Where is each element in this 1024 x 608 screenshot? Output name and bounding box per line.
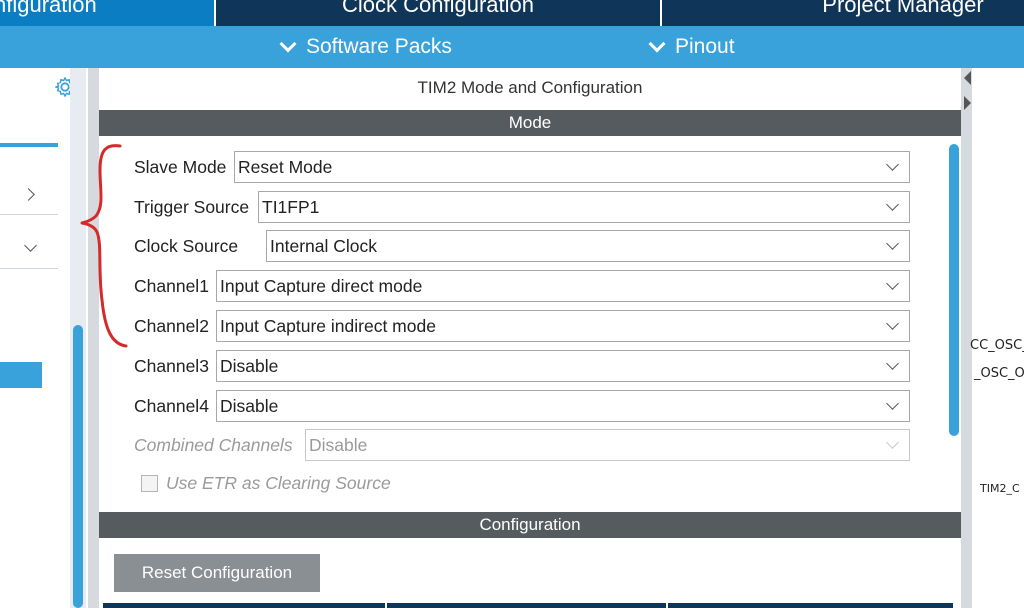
configuration-section-header[interactable]: Configuration [99, 512, 961, 538]
chevron-down-icon [886, 198, 899, 211]
panel-title: TIM2 Mode and Configuration [417, 78, 643, 97]
channel4-select[interactable]: Disable [216, 390, 910, 422]
mode-section-header[interactable]: Mode [99, 110, 961, 136]
pinout-label: Pinout [675, 35, 735, 58]
channel2-select[interactable]: Input Capture indirect mode [216, 310, 910, 342]
channel3-value: Disable [220, 356, 279, 376]
clock-source-select[interactable]: Internal Clock [266, 230, 910, 262]
reset-configuration-button[interactable]: Reset Configuration [114, 554, 320, 592]
sub-menu-bar: Software Packs Pinout [0, 26, 1024, 68]
configuration-tabs-header [103, 603, 953, 608]
channel4-value: Disable [220, 396, 279, 416]
chevron-down-icon [886, 277, 899, 290]
trigger-source-value: TI1FP1 [262, 197, 320, 217]
chevron-down-icon [24, 239, 37, 252]
tab-pinout-configuration-label: nfiguration [0, 0, 97, 17]
chevron-down-icon [886, 357, 899, 370]
chevron-down-icon [886, 436, 899, 449]
combined-channels-select[interactable]: Disable [305, 429, 910, 461]
chevron-down-icon [279, 35, 297, 53]
software-packs-menu[interactable]: Software Packs [279, 35, 452, 59]
tab-divider [666, 603, 668, 608]
chevron-down-icon [886, 237, 899, 250]
channel3-label: Channel3 [134, 356, 209, 376]
tab-pinout-configuration[interactable]: nfiguration [0, 0, 214, 26]
channel4-label: Channel4 [134, 396, 209, 416]
use-etr-checkbox[interactable] [141, 475, 158, 492]
combined-channels-value: Disable [309, 435, 368, 455]
slave-mode-label: Slave Mode [134, 157, 227, 177]
selected-peripheral-row[interactable] [0, 362, 42, 388]
tab-project-manager-label: Project Manager [822, 0, 984, 17]
chevron-down-icon [886, 397, 899, 410]
clock-source-label: Clock Source [134, 236, 239, 256]
category-row-collapsed[interactable] [0, 175, 58, 215]
red-brace-annotation [80, 144, 128, 348]
clock-source-value: Internal Clock [270, 236, 377, 256]
channel1-select[interactable]: Input Capture direct mode [216, 270, 910, 302]
channel3-select[interactable]: Disable [216, 350, 910, 382]
pinout-menu[interactable]: Pinout [648, 35, 735, 59]
category-row-expanded[interactable] [0, 229, 58, 269]
slave-mode-value: Reset Mode [238, 157, 333, 177]
channel2-label: Channel2 [134, 316, 209, 336]
slave-mode-select[interactable]: Reset Mode [234, 151, 910, 183]
tab-clock-configuration[interactable]: Clock Configuration [216, 0, 660, 26]
chevron-right-icon [22, 188, 35, 201]
trigger-source-select[interactable]: TI1FP1 [258, 191, 910, 223]
pin-label-osc-out[interactable]: _OSC_O [974, 366, 1024, 381]
trigger-source-label: Trigger Source [134, 197, 250, 217]
tab-divider [385, 603, 387, 608]
collapse-panel-icon[interactable] [962, 68, 972, 118]
tab-clock-configuration-label: Clock Configuration [342, 0, 534, 17]
use-etr-label: Use ETR as Clearing Source [166, 473, 391, 493]
channel1-label: Channel1 [134, 276, 209, 296]
channel2-value: Input Capture indirect mode [220, 316, 436, 336]
tab-project-manager[interactable]: Project Manager [662, 0, 1024, 26]
mode-scrollbar-thumb[interactable] [949, 144, 959, 436]
chevron-down-icon [886, 158, 899, 171]
software-packs-label: Software Packs [306, 35, 452, 58]
pin-label-tim2[interactable]: TIM2_C [980, 482, 1020, 495]
combined-channels-label: Combined Channels [134, 435, 293, 455]
pin-label-osc-in[interactable]: CC_OSC_ [970, 338, 1024, 353]
top-tab-bar: nfiguration Clock Configuration Project … [0, 0, 1024, 26]
left-scrollbar-thumb[interactable] [73, 325, 83, 608]
chevron-down-icon [886, 317, 899, 330]
channel1-value: Input Capture direct mode [220, 276, 423, 296]
left-tab-indicator [0, 143, 58, 147]
chevron-down-icon [648, 35, 666, 53]
